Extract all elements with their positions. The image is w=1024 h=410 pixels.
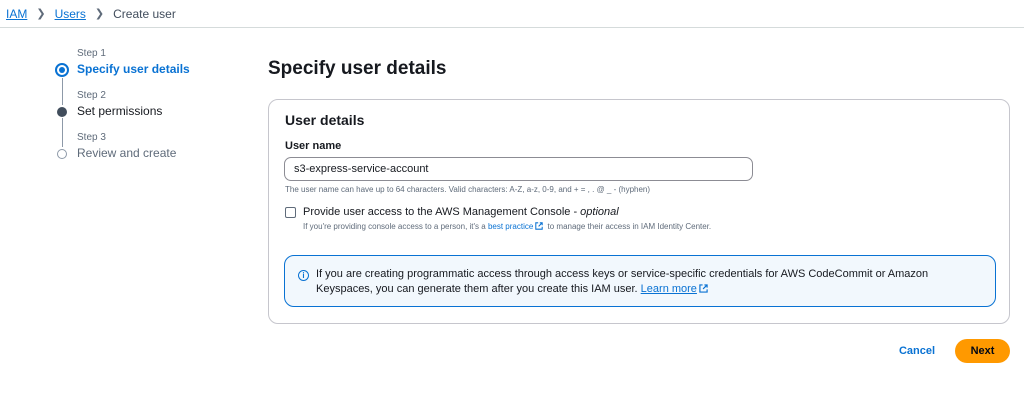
breadcrumb-link-users[interactable]: Users	[55, 7, 86, 21]
breadcrumb-current: Create user	[113, 6, 176, 21]
chevron-right-icon: ❯	[94, 8, 105, 20]
next-button[interactable]: Next	[955, 339, 1010, 363]
user-details-container: User details User name The user name can…	[268, 99, 1010, 324]
step-specify-user-details: Step 1 Specify user details	[55, 48, 236, 90]
cancel-button[interactable]: Cancel	[890, 340, 944, 362]
step-set-permissions: Step 2 Set permissions	[56, 90, 236, 132]
description-prefix: If you're providing console access to a …	[303, 222, 488, 231]
wizard-steps: Step 1 Specify user details Step 2 Set p…	[55, 48, 236, 174]
step-dot-icon	[57, 107, 67, 117]
best-practice-link[interactable]: best practice	[488, 222, 533, 231]
container-title: User details	[285, 112, 365, 128]
step-number: Step 1	[77, 48, 106, 59]
user-name-constraint: The user name can have up to 64 characte…	[285, 185, 651, 194]
console-access-label[interactable]: Provide user access to the AWS Managemen…	[303, 206, 619, 218]
external-link-icon[interactable]	[699, 284, 708, 293]
step-name: Review and create	[77, 146, 177, 160]
console-access-description: If you're providing console access to a …	[303, 221, 743, 232]
chevron-right-icon: ❯	[36, 8, 46, 20]
breadcrumb: IAM ❯ Users ❯ Create user	[0, 0, 1024, 28]
info-alert-text: If you are creating programmatic access …	[316, 267, 988, 297]
optional-tag: optional	[580, 206, 619, 218]
console-access-label-text: Provide user access to the AWS Managemen…	[303, 206, 581, 218]
user-name-input[interactable]	[284, 157, 753, 181]
info-icon: i	[298, 270, 309, 281]
external-link-icon[interactable]	[535, 222, 544, 230]
learn-more-link[interactable]: Learn more	[641, 283, 697, 295]
breadcrumb-link-iam[interactable]: IAM	[6, 7, 27, 21]
console-access-checkbox[interactable]	[285, 207, 296, 218]
step-review-and-create: Step 3 Review and create	[56, 132, 236, 174]
user-name-label: User name	[285, 140, 342, 152]
description-suffix: to manage their access in IAM Identity C…	[545, 222, 712, 231]
step-number: Step 3	[77, 132, 106, 143]
info-alert-message: If you are creating programmatic access …	[316, 268, 929, 295]
step-number: Step 2	[77, 90, 106, 101]
page-title: Specify user details	[268, 58, 447, 79]
step-active-indicator-icon	[55, 63, 69, 77]
info-alert: i If you are creating programmatic acces…	[284, 255, 996, 307]
step-name: Set permissions	[77, 104, 163, 118]
step-dot-outline-icon	[57, 149, 67, 159]
step-name: Specify user details	[77, 62, 190, 76]
